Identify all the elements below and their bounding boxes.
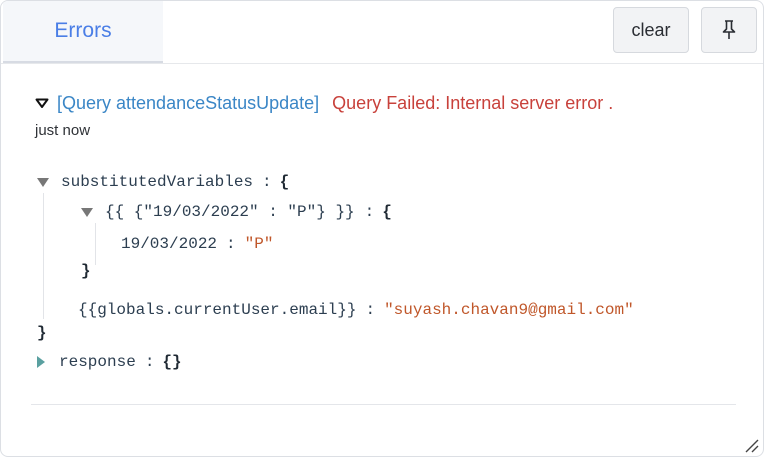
tree-close-brace: } — [37, 324, 47, 342]
tree-close-root: } — [37, 322, 47, 344]
tree-close-nested: } — [81, 260, 91, 282]
collapse-caret-icon[interactable] — [35, 97, 49, 109]
error-message: Query Failed: Internal server error . — [332, 92, 614, 113]
error-timestamp: just now — [35, 122, 91, 139]
tree-value: {} — [162, 353, 182, 371]
expanded-triangle-icon[interactable] — [37, 177, 49, 187]
error-panel: Errors clear [Query attendanceStatusUpda… — [0, 0, 764, 457]
tree-open-brace: { — [279, 173, 290, 191]
tree-key: {{ {"19/03/2022" : "P"} }} — [105, 203, 355, 221]
error-entry[interactable]: [Query attendanceStatusUpdate] Query Fai… — [35, 91, 613, 115]
tree-key: response — [59, 353, 136, 371]
pin-button[interactable] — [701, 7, 757, 53]
tree-leaf-date: 19/03/2022 : "P" — [121, 233, 273, 255]
divider — [31, 404, 736, 405]
tree-guide-line-nested — [95, 223, 96, 265]
tree-colon: : — [226, 235, 236, 253]
tree-colon: : — [262, 173, 272, 191]
tree-key: substitutedVariables — [61, 173, 254, 191]
tree-colon: : — [364, 203, 375, 221]
tree-value: "P" — [244, 235, 274, 253]
tree-colon: : — [365, 301, 376, 319]
tree-node-substituted-variables[interactable]: substitutedVariables : { — [37, 171, 289, 193]
tab-errors[interactable]: Errors — [3, 1, 163, 63]
tree-close-brace: } — [81, 262, 91, 280]
clear-button-label: clear — [631, 19, 671, 40]
expanded-triangle-icon[interactable] — [81, 207, 93, 217]
clear-button[interactable]: clear — [613, 7, 689, 53]
panel-header: Errors clear — [1, 1, 763, 64]
resize-handle-icon[interactable] — [743, 437, 759, 453]
query-name: [Query attendanceStatusUpdate] — [57, 92, 320, 113]
tree-node-nested-object[interactable]: {{ {"19/03/2022" : "P"} }} : { — [81, 201, 392, 223]
collapsed-triangle-icon[interactable] — [37, 356, 45, 368]
pin-icon — [722, 20, 736, 39]
tab-errors-label: Errors — [54, 19, 112, 42]
tree-key: 19/03/2022 — [121, 235, 218, 253]
tree-node-response[interactable]: response : {} — [37, 351, 182, 373]
tree-colon: : — [144, 353, 155, 371]
tree-value: "suyash.chavan9@gmail.com" — [384, 301, 634, 319]
tree-guide-line — [43, 193, 44, 319]
tree-key: {{globals.currentUser.email}} — [78, 301, 357, 319]
tree-open-brace: { — [382, 203, 392, 221]
tree-leaf-globals: {{globals.currentUser.email}} : "suyash.… — [78, 299, 634, 321]
